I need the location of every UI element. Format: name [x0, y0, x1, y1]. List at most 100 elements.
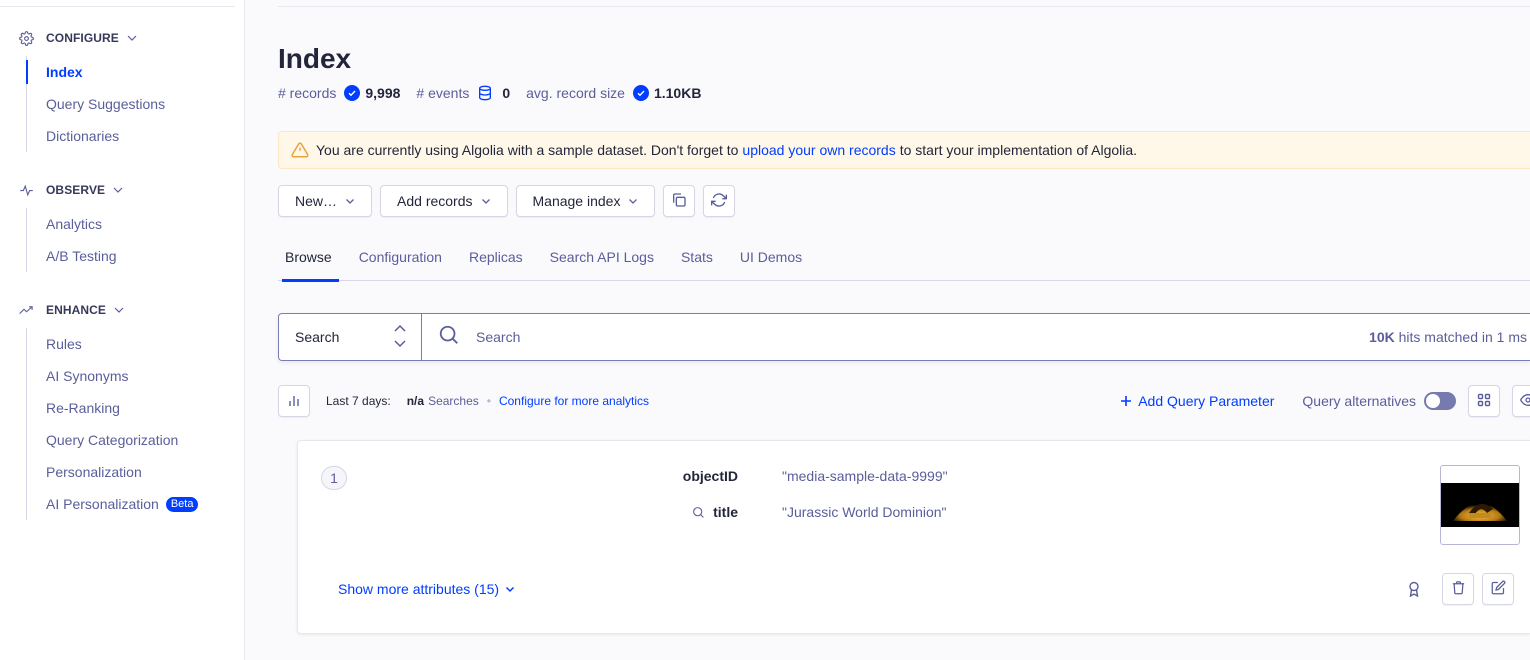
sidebar-item-ai-synonyms[interactable]: AI Synonyms — [27, 360, 245, 392]
add-query-parameter-button[interactable]: Add Query Parameter — [1120, 393, 1274, 409]
section-label: ENHANCE — [46, 303, 107, 317]
avg-size-label: avg. record size — [526, 85, 625, 101]
index-stats: # records 9,998 # events 0 avg. record s… — [278, 84, 717, 102]
grid-view-button[interactable] — [1468, 385, 1500, 417]
sidebar-item-query-suggestions[interactable]: Query Suggestions — [27, 88, 245, 120]
records-value: 9,998 — [365, 85, 401, 101]
plus-icon — [1120, 395, 1132, 407]
add-records-button[interactable]: Add records — [380, 185, 508, 217]
chevron-down-icon — [114, 305, 124, 315]
attribute-row: title — [298, 502, 738, 522]
button-label: Add records — [397, 193, 473, 209]
hit-card: 1 objectID "media-sample-data-9999" titl… — [297, 440, 1530, 634]
activity-icon — [18, 182, 34, 198]
preview-button[interactable] — [1512, 385, 1530, 417]
chevron-down-icon — [127, 33, 137, 43]
refresh-icon — [711, 192, 728, 211]
upload-records-link[interactable]: upload your own records — [742, 142, 895, 158]
copy-button[interactable] — [663, 185, 696, 217]
query-alternatives-toggle[interactable] — [1424, 392, 1456, 410]
chevron-down-icon — [628, 196, 638, 206]
manage-index-button[interactable]: Manage index — [515, 185, 656, 217]
index-toolbar: New… Add records Manage index — [278, 185, 736, 217]
analytics-button[interactable] — [278, 385, 310, 417]
chevron-up-down-icon — [393, 323, 407, 352]
searchable-icon — [692, 506, 705, 519]
hits-count: 10K — [1369, 329, 1395, 345]
grid-icon — [1477, 393, 1491, 410]
tab-ui-demos[interactable]: UI Demos — [733, 240, 809, 281]
sidebar-item-analytics[interactable]: Analytics — [27, 208, 245, 240]
gear-icon — [18, 30, 34, 46]
attribute-key: objectID — [438, 468, 738, 484]
button-label: Show more attributes (15) — [338, 581, 500, 597]
bar-chart-icon — [287, 393, 301, 410]
tab-configuration[interactable]: Configuration — [352, 240, 449, 281]
search-mode-value: Search — [295, 329, 340, 345]
sidebar-section-enhance: ENHANCE Rules AI Synonyms Re-Ranking Que… — [0, 300, 245, 520]
hit-actions — [1404, 573, 1522, 605]
divider — [278, 6, 1530, 7]
tab-replicas[interactable]: Replicas — [462, 240, 530, 281]
attribute-value: "Jurassic World Dominion" — [782, 504, 947, 520]
attribute-key-text: objectID — [682, 468, 738, 484]
main-content: Index # records 9,998 # events 0 avg. re… — [245, 0, 1530, 660]
banner-text: You are currently using Algolia with a s… — [316, 142, 739, 158]
tab-browse[interactable]: Browse — [278, 240, 339, 282]
sidebar-item-personalization[interactable]: Personalization — [27, 456, 245, 488]
search-mode-select[interactable]: Search — [279, 314, 422, 360]
section-label: OBSERVE — [46, 183, 106, 197]
searches-label: Searches — [428, 394, 479, 408]
edit-record-button[interactable] — [1482, 573, 1514, 605]
chevron-down-icon — [345, 196, 355, 206]
delete-record-button[interactable] — [1442, 573, 1474, 605]
section-header-observe[interactable]: OBSERVE — [0, 180, 245, 200]
sample-dataset-banner: You are currently using Algolia with a s… — [278, 131, 1530, 169]
record-thumbnail[interactable] — [1440, 465, 1520, 545]
section-label: CONFIGURE — [46, 31, 119, 45]
database-icon — [477, 85, 493, 101]
show-more-attributes-button[interactable]: Show more attributes (15) — [338, 581, 515, 597]
sidebar-section-observe: OBSERVE Analytics A/B Testing — [0, 180, 245, 272]
page-title: Index — [278, 43, 352, 74]
sidebar-item-re-ranking[interactable]: Re-Ranking — [27, 392, 245, 424]
chevron-down-icon — [113, 185, 123, 195]
new-button[interactable]: New… — [278, 185, 373, 217]
attribute-row: objectID — [298, 466, 738, 486]
search-input[interactable] — [476, 329, 1370, 345]
button-label: New… — [295, 193, 338, 209]
analytics-row: Last 7 days: n/a Searches • Configure fo… — [278, 385, 1530, 417]
sidebar-item-ab-testing[interactable]: A/B Testing — [27, 240, 245, 272]
sidebar-section-configure: CONFIGURE Index Query Suggestions Dictio… — [0, 28, 245, 152]
sidebar-item-ai-personalization[interactable]: AI Personalization Beta — [27, 488, 245, 520]
separator-dot: • — [486, 394, 491, 408]
index-tabs: Browse Configuration Replicas Search API… — [278, 240, 1530, 282]
section-header-enhance[interactable]: ENHANCE — [0, 300, 245, 320]
warning-icon — [291, 141, 309, 159]
tab-search-api-logs[interactable]: Search API Logs — [543, 240, 661, 281]
copy-icon — [671, 192, 687, 211]
sidebar-item-index[interactable]: Index — [26, 56, 245, 88]
sidebar-item-rules[interactable]: Rules — [27, 328, 245, 360]
chevron-down-icon — [505, 584, 515, 594]
hits-summary: 10K hits matched in 1 ms — [1369, 329, 1530, 345]
section-header-configure[interactable]: CONFIGURE — [0, 28, 245, 48]
check-circle-icon — [344, 85, 361, 101]
sidebar: CONFIGURE Index Query Suggestions Dictio… — [0, 0, 245, 660]
sidebar-item-dictionaries[interactable]: Dictionaries — [27, 120, 245, 152]
check-circle-icon — [632, 85, 649, 101]
promote-ribbon-icon[interactable] — [1404, 581, 1424, 597]
hits-text: hits matched in 1 ms — [1398, 329, 1527, 345]
button-label: Add Query Parameter — [1138, 393, 1275, 409]
sidebar-item-query-categorization[interactable]: Query Categorization — [27, 424, 245, 456]
refresh-button[interactable] — [703, 185, 736, 217]
period-label: Last 7 days: — [326, 394, 391, 408]
configure-analytics-link[interactable]: Configure for more analytics — [499, 394, 649, 408]
toggle-knob — [1426, 394, 1440, 408]
eye-icon — [1519, 392, 1530, 411]
query-alternatives-label: Query alternatives — [1302, 393, 1416, 409]
banner-text: to start your implementation of Algolia. — [899, 142, 1138, 158]
button-label: Manage index — [532, 193, 621, 209]
tab-stats[interactable]: Stats — [674, 240, 720, 281]
avg-size-value: 1.10KB — [653, 85, 702, 101]
